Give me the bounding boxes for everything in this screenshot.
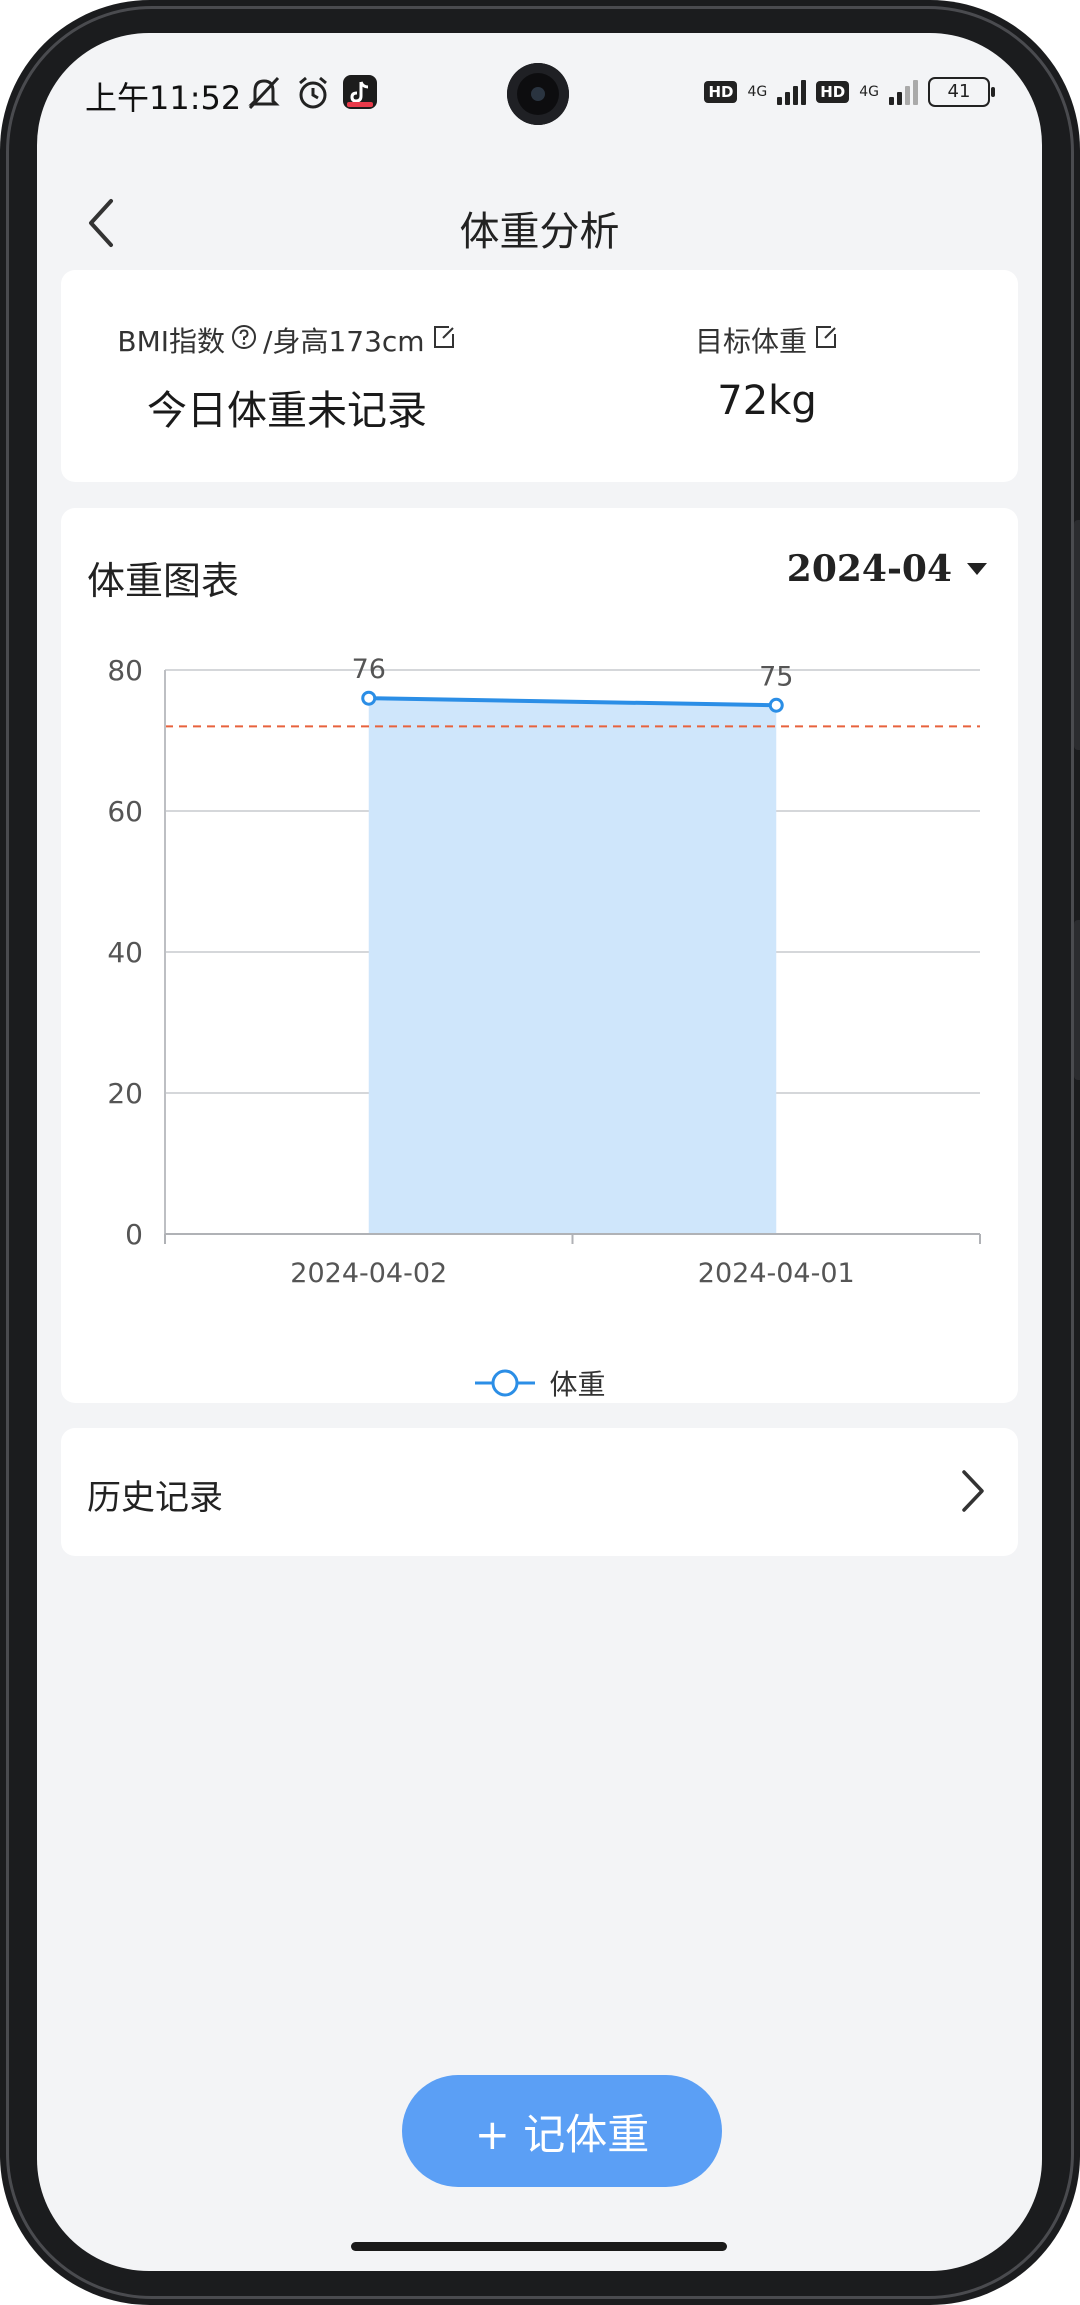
mute-icon [245, 75, 283, 115]
y-tick-label: 80 [107, 654, 143, 687]
bmi-label-row: BMI指数 /身高173cm [61, 320, 513, 360]
y-tick-label: 0 [125, 1218, 143, 1251]
data-label: 76 [352, 654, 386, 685]
target-weight-stat: 目标体重 72kg [651, 320, 883, 424]
weight-chart-card: 体重图表 2024-04 0 20 40 60 80 76 75 2024-04-02 2024… [61, 508, 1018, 1403]
legend-label: 体重 [549, 1368, 606, 1401]
alarm-icon [295, 75, 331, 115]
home-indicator[interactable] [351, 2242, 727, 2251]
target-label-row: 目标体重 [651, 320, 883, 360]
bmi-value: 今日体重未记录 [147, 388, 427, 434]
month-value: 2024-04 [786, 548, 952, 590]
edit-icon[interactable] [813, 324, 839, 357]
x-tick-label: 2024-04-01 [698, 1258, 855, 1289]
data-point [768, 697, 784, 713]
history-row[interactable]: 历史记录 [61, 1428, 1018, 1556]
status-time: 上午11:52 [85, 79, 242, 117]
target-label[interactable]: 目标体重 [695, 320, 807, 360]
series-area [368, 698, 777, 1234]
screen: 上午11:52 HD 4G HD 4G 41 体重分析 BMI指数 /身高173… [37, 33, 1042, 2271]
summary-card: BMI指数 /身高173cm 今日体重未记录 目标体重 72kg [61, 270, 1018, 482]
edit-icon[interactable] [431, 324, 457, 357]
add-weight-button[interactable]: + 记体重 [402, 2075, 722, 2187]
status-bar: 上午11:52 HD 4G HD 4G 41 [37, 33, 1042, 153]
signal-icon [889, 79, 918, 105]
target-value: 72kg [717, 378, 817, 424]
front-camera [507, 63, 569, 125]
battery-indicator: 41 [928, 77, 995, 107]
hd-badge: HD [816, 81, 850, 103]
app-header: 体重分析 [37, 153, 1042, 283]
x-tick-label: 2024-04-02 [290, 1258, 447, 1289]
signal-icon [777, 79, 807, 105]
bmi-stat: BMI指数 /身高173cm 今日体重未记录 [61, 320, 513, 436]
power-button [1074, 920, 1080, 1080]
caret-down-icon [967, 563, 987, 575]
y-tick-label: 20 [107, 1077, 143, 1110]
y-tick-label: 60 [107, 795, 143, 828]
hd-badge: HD [704, 81, 738, 103]
month-picker[interactable]: 2024-04 [787, 548, 988, 590]
chevron-right-icon [962, 1470, 984, 1512]
status-indicators: HD 4G HD 4G 41 [704, 77, 995, 107]
network-label: 4G [747, 84, 768, 100]
weight-chart: 0 20 40 60 80 76 75 2024-04-02 2024-04-01 [107, 654, 981, 1289]
chart-title: 体重图表 [87, 559, 240, 603]
douyin-app-icon [343, 75, 377, 113]
height-label[interactable]: /身高173cm [263, 320, 425, 360]
y-tick-label: 40 [107, 936, 143, 969]
device-frame: 上午11:52 HD 4G HD 4G 41 体重分析 BMI指数 /身高173… [0, 0, 1080, 2305]
network-label: 4G [859, 84, 879, 100]
page-title: 体重分析 [459, 209, 620, 255]
chart-legend[interactable]: 体重 [61, 1363, 1018, 1403]
legend-line-icon [475, 1369, 536, 1397]
bmi-label: BMI指数 [117, 325, 226, 358]
help-icon[interactable] [231, 324, 257, 357]
history-label: 历史记录 [87, 1478, 223, 1518]
data-label: 75 [759, 661, 793, 692]
data-point [361, 690, 377, 706]
volume-button [1074, 520, 1080, 750]
